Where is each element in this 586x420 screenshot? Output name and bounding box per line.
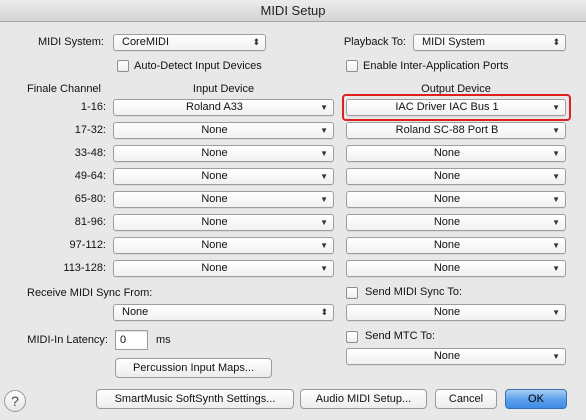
chevron-down-icon: ▼ <box>320 126 328 135</box>
chevron-down-icon: ▼ <box>320 218 328 227</box>
send-sync-label: Send MIDI Sync To: <box>365 286 463 298</box>
input-device-popup[interactable]: Roland A33 ▼ <box>113 99 334 116</box>
receive-sync-popup[interactable]: None ⬍ <box>113 304 334 321</box>
chevron-down-icon: ▼ <box>320 172 328 181</box>
output-device-value: Roland SC-88 Port B <box>395 124 499 136</box>
output-device-popup[interactable]: None ▼ <box>346 260 566 277</box>
chevron-down-icon: ▼ <box>552 264 560 273</box>
input-device-popup[interactable]: None ▼ <box>113 260 334 277</box>
channel-label: 17-32: <box>74 124 106 136</box>
output-device-value: None <box>433 239 461 251</box>
chevron-down-icon: ▼ <box>552 103 560 112</box>
output-device-popup[interactable]: None ▼ <box>346 214 566 231</box>
output-device-value: None <box>433 147 461 159</box>
input-device-value: None <box>201 193 228 205</box>
chevron-down-icon: ▼ <box>552 352 560 361</box>
send-sync-value: None <box>433 306 461 318</box>
output-device-popup[interactable]: None ▼ <box>346 237 566 254</box>
help-button[interactable]: ? <box>4 390 26 412</box>
send-sync-checkbox[interactable] <box>346 287 358 299</box>
latency-input[interactable]: 0 <box>115 330 148 350</box>
chevron-down-icon: ▼ <box>320 149 328 158</box>
dialog-content: MIDI System: CoreMIDI ⬍ Auto-Detect Inpu… <box>0 22 586 420</box>
output-device-popup[interactable]: Roland SC-88 Port B ▼ <box>346 122 566 139</box>
smartmusic-softsynth-button[interactable]: SmartMusic SoftSynth Settings... <box>96 389 294 409</box>
output-device-popup[interactable]: IAC Driver IAC Bus 1 ▼ <box>346 99 566 116</box>
chevron-down-icon: ▼ <box>320 264 328 273</box>
inter-app-checkbox[interactable] <box>346 60 358 72</box>
channel-label: 33-48: <box>74 147 106 159</box>
channel-label: 1-16: <box>80 101 106 113</box>
updown-arrows-icon: ⬍ <box>252 37 260 47</box>
output-device-popup[interactable]: None ▼ <box>346 168 566 185</box>
input-device-value: None <box>201 170 228 182</box>
input-device-value: Roland A33 <box>186 101 243 113</box>
ok-button[interactable]: OK <box>505 389 567 409</box>
midi-system-popup[interactable]: CoreMIDI ⬍ <box>113 34 266 51</box>
send-mtc-value: None <box>433 350 461 362</box>
latency-label: MIDI-In Latency: <box>27 334 108 346</box>
playback-popup[interactable]: MIDI System ⬍ <box>413 34 566 51</box>
input-device-header: Input Device <box>192 83 255 95</box>
chevron-down-icon: ▼ <box>320 195 328 204</box>
playback-label: Playback To: <box>343 36 406 48</box>
question-mark-icon: ? <box>11 393 19 409</box>
channel-label: 65-80: <box>74 193 106 205</box>
midi-system-label: MIDI System: <box>37 36 104 48</box>
receive-sync-value: None <box>122 306 149 318</box>
chevron-down-icon: ▼ <box>552 241 560 250</box>
chevron-down-icon: ▼ <box>320 241 328 250</box>
auto-detect-checkbox[interactable] <box>117 60 129 72</box>
auto-detect-label: Auto-Detect Input Devices <box>134 60 262 72</box>
output-device-value: None <box>433 216 461 228</box>
chevron-down-icon: ▼ <box>552 149 560 158</box>
chevron-down-icon: ▼ <box>552 195 560 204</box>
chevron-down-icon: ▼ <box>320 103 328 112</box>
send-sync-popup[interactable]: None ▼ <box>346 304 566 321</box>
cancel-button[interactable]: Cancel <box>435 389 497 409</box>
percussion-input-maps-button[interactable]: Percussion Input Maps... <box>115 358 272 378</box>
finale-channel-header: Finale Channel <box>27 83 101 95</box>
audio-midi-setup-button[interactable]: Audio MIDI Setup... <box>300 389 427 409</box>
output-device-value: None <box>433 193 461 205</box>
receive-sync-label: Receive MIDI Sync From: <box>27 287 153 299</box>
latency-unit: ms <box>156 334 171 346</box>
output-device-popup[interactable]: None ▼ <box>346 145 566 162</box>
input-device-popup[interactable]: None ▼ <box>113 122 334 139</box>
output-device-value: None <box>433 262 461 274</box>
window-title: MIDI Setup <box>0 0 586 22</box>
send-mtc-popup[interactable]: None ▼ <box>346 348 566 365</box>
input-device-value: None <box>201 147 228 159</box>
updown-arrows-icon: ⬍ <box>552 37 560 47</box>
chevron-down-icon: ▼ <box>552 126 560 135</box>
output-device-value: None <box>433 170 461 182</box>
output-device-value: IAC Driver IAC Bus 1 <box>395 101 499 113</box>
send-mtc-label: Send MTC To: <box>365 330 436 342</box>
output-device-popup[interactable]: None ▼ <box>346 191 566 208</box>
input-device-popup[interactable]: None ▼ <box>113 168 334 185</box>
chevron-down-icon: ▼ <box>552 218 560 227</box>
channel-label: 97-112: <box>69 239 107 251</box>
channel-label: 113-128: <box>63 262 106 274</box>
updown-arrows-icon: ⬍ <box>320 307 328 317</box>
send-mtc-checkbox[interactable] <box>346 331 358 343</box>
channel-label: 81-96: <box>74 216 106 228</box>
input-device-popup[interactable]: None ▼ <box>113 191 334 208</box>
input-device-value: None <box>201 239 228 251</box>
input-device-popup[interactable]: None ▼ <box>113 145 334 162</box>
input-device-popup[interactable]: None ▼ <box>113 237 334 254</box>
input-device-value: None <box>201 262 228 274</box>
playback-value: MIDI System <box>422 36 485 48</box>
chevron-down-icon: ▼ <box>552 172 560 181</box>
midi-system-value: CoreMIDI <box>122 36 170 48</box>
chevron-down-icon: ▼ <box>552 308 560 317</box>
channel-label: 49-64: <box>74 170 106 182</box>
inter-app-label: Enable Inter-Application Ports <box>363 60 509 72</box>
input-device-popup[interactable]: None ▼ <box>113 214 334 231</box>
input-device-value: None <box>201 124 228 136</box>
input-device-value: None <box>201 216 228 228</box>
